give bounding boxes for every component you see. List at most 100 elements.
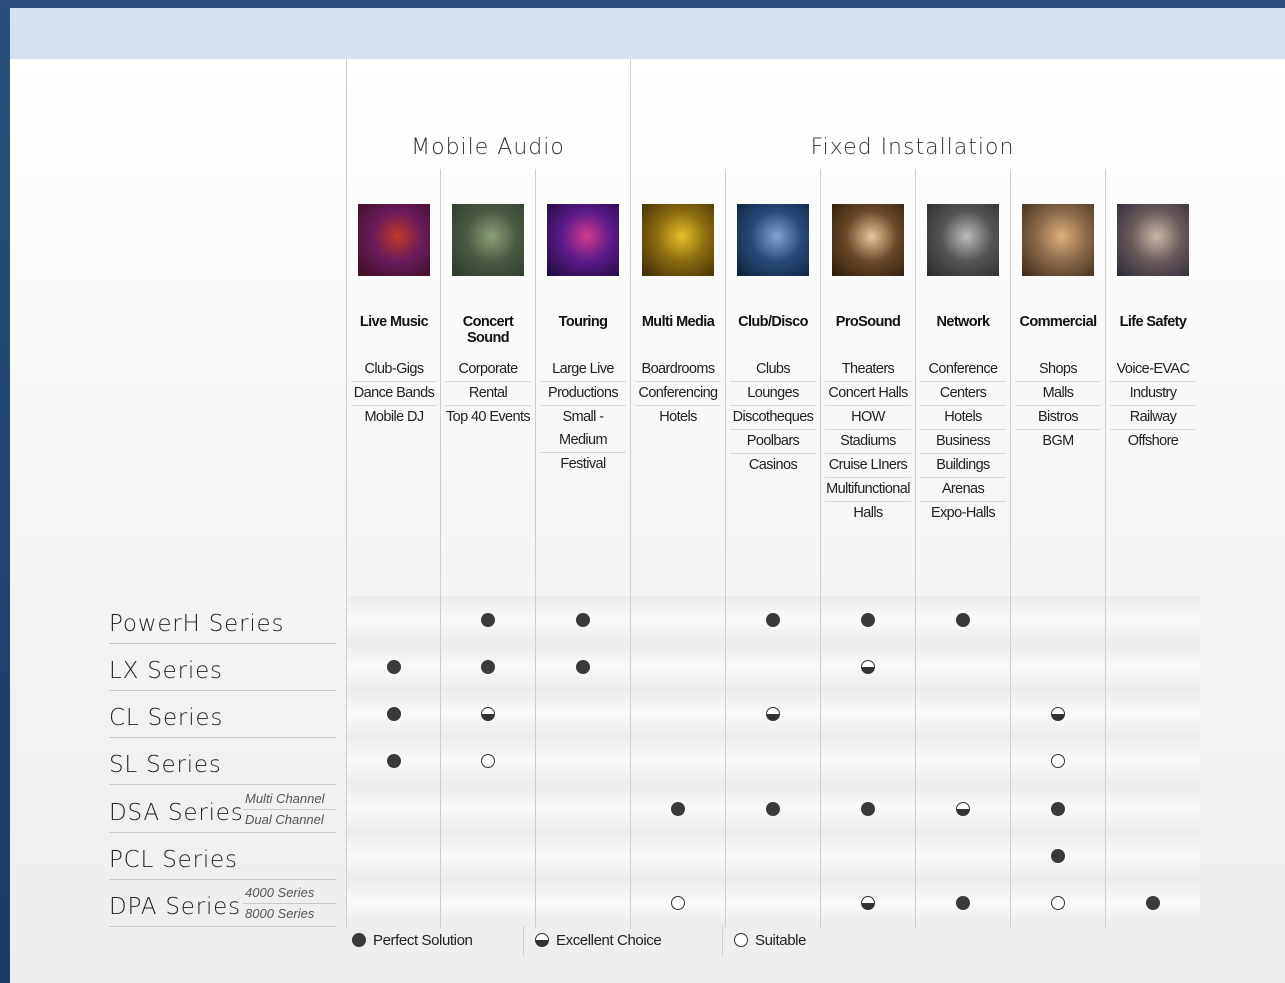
legend-label: Suitable [755, 932, 807, 949]
legend-item: Perfect Solution [352, 932, 473, 949]
column-divider [915, 169, 916, 929]
legend-label: Excellent Choice [556, 932, 662, 949]
application-photo [358, 204, 430, 276]
header-bar [10, 8, 1285, 59]
application-title: Concert Sound [462, 314, 514, 346]
application-use-item: Large Live [540, 358, 626, 382]
application-use-item: Top 40 Events [445, 409, 531, 425]
series-label: DPA Series 4000 Series 8000 Series [109, 879, 336, 927]
application-column: Touring Large Live Productions Small - Medi… [536, 169, 630, 476]
application-use-item: Casinos [748, 457, 798, 473]
application-use-item: Cruise LIners [825, 454, 911, 478]
rating-full-dot [765, 802, 780, 816]
rating-half-dot [1050, 707, 1065, 721]
application-use-item: Lounges [730, 382, 816, 406]
rating-full-dot [860, 613, 875, 627]
legend-half-icon [535, 933, 549, 947]
application-uses: Shops Malls Bistros BGM [1011, 358, 1105, 453]
series-label: DSA Series Multi Channel Dual Channel [109, 785, 336, 833]
rating-full-dot [670, 802, 685, 816]
column-divider [440, 169, 441, 929]
series-name: CL Series [109, 705, 224, 731]
rating-full-dot [955, 896, 970, 910]
application-photo [452, 204, 524, 276]
series-row [346, 737, 1200, 784]
legend-item: Suitable [734, 932, 806, 949]
application-photo [1022, 204, 1094, 276]
application-use-item: Hotels [920, 406, 1006, 430]
legend-label: Perfect Solution [373, 932, 473, 949]
application-use-item: Rental [445, 382, 531, 406]
rating-full-dot [386, 660, 401, 674]
series-name: PowerH Series [109, 611, 285, 637]
application-title: Network [936, 314, 990, 330]
application-use-item: Expo-Halls [930, 505, 996, 521]
application-column: Commercial Shops Malls Bistros BGM [1011, 169, 1105, 453]
series-row [346, 879, 1200, 926]
series-name: PCL Series [109, 847, 238, 873]
series-name: DSA Series [109, 800, 244, 826]
application-use-item: Theaters [825, 358, 911, 382]
application-title: ProSound [835, 314, 901, 330]
column-divider [725, 169, 726, 929]
application-photo [927, 204, 999, 276]
rating-full-dot [575, 613, 590, 627]
application-use-item: Halls [853, 505, 883, 521]
rating-half-dot [480, 707, 495, 721]
rating-full-dot [860, 802, 875, 816]
application-uses: Boardrooms Conferencing Hotels [631, 358, 725, 429]
rating-half-dot [765, 707, 780, 721]
rating-half-dot [955, 802, 970, 816]
series-variant: Dual Channel [245, 812, 324, 827]
application-column: Concert Sound Corporate Rental Top 40 Event… [441, 169, 535, 429]
rating-full-dot [386, 707, 401, 721]
rating-full-dot [1050, 849, 1065, 863]
rating-empty-dot [1050, 896, 1065, 910]
application-use-item: Conference [920, 358, 1006, 382]
chart-panel: Mobile Audio Fixed Installation Live Mus… [10, 8, 1285, 983]
rating-empty-dot [670, 896, 685, 910]
application-use-item: Discotheques [730, 406, 816, 430]
application-use-item: Boardrooms [635, 358, 721, 382]
rating-full-dot [480, 613, 495, 627]
application-use-item: Dance Bands [351, 382, 437, 406]
series-variant: Multi Channel [243, 789, 336, 810]
column-divider [820, 169, 821, 929]
series-variants: 4000 Series 8000 Series [243, 883, 336, 924]
rating-full-dot [1050, 802, 1065, 816]
application-use-item: Buildings [920, 454, 1006, 478]
rating-empty-dot [480, 754, 495, 768]
application-use-item: Clubs [730, 358, 816, 382]
series-label: LX Series [109, 643, 336, 691]
application-use-item: Club-Gigs [351, 358, 437, 382]
legend-empty-icon [734, 933, 748, 947]
application-photo [1117, 204, 1189, 276]
application-use-item: Mobile DJ [364, 409, 424, 425]
application-photo [547, 204, 619, 276]
rating-full-dot [765, 613, 780, 627]
rating-full-dot [1145, 896, 1160, 910]
series-variant: 4000 Series [243, 883, 336, 904]
series-label: PCL Series [109, 832, 336, 880]
column-divider [1010, 169, 1011, 929]
application-use-item: Festival [560, 456, 606, 472]
application-use-item: Small - Medium [540, 406, 626, 453]
application-title: Club/Disco [738, 314, 808, 330]
application-uses: Large Live Productions Small - Medium Festi… [536, 358, 630, 476]
series-name: SL Series [109, 752, 222, 778]
rating-half-dot [860, 896, 875, 910]
series-variant: 8000 Series [245, 906, 315, 921]
application-use-item: Concert Halls [825, 382, 911, 406]
application-use-item: Industry [1110, 382, 1196, 406]
group-title-mobile-audio: Mobile Audio [411, 135, 565, 160]
application-use-item: Business [920, 430, 1006, 454]
application-column: Life Safety Voice-EVAC Industry Railway Offs… [1106, 169, 1200, 453]
application-use-item: Offshore [1127, 433, 1179, 449]
series-row [346, 643, 1200, 690]
group-title-fixed-installation: Fixed Installation [810, 135, 1015, 160]
application-column: Multi Media Boardrooms Conferencing Hotels [631, 169, 725, 429]
application-uses: Club-Gigs Dance Bands Mobile DJ [347, 358, 441, 429]
column-divider [535, 169, 536, 929]
rating-empty-dot [1050, 754, 1065, 768]
content-area: Mobile Audio Fixed Installation Live Mus… [10, 59, 1285, 983]
